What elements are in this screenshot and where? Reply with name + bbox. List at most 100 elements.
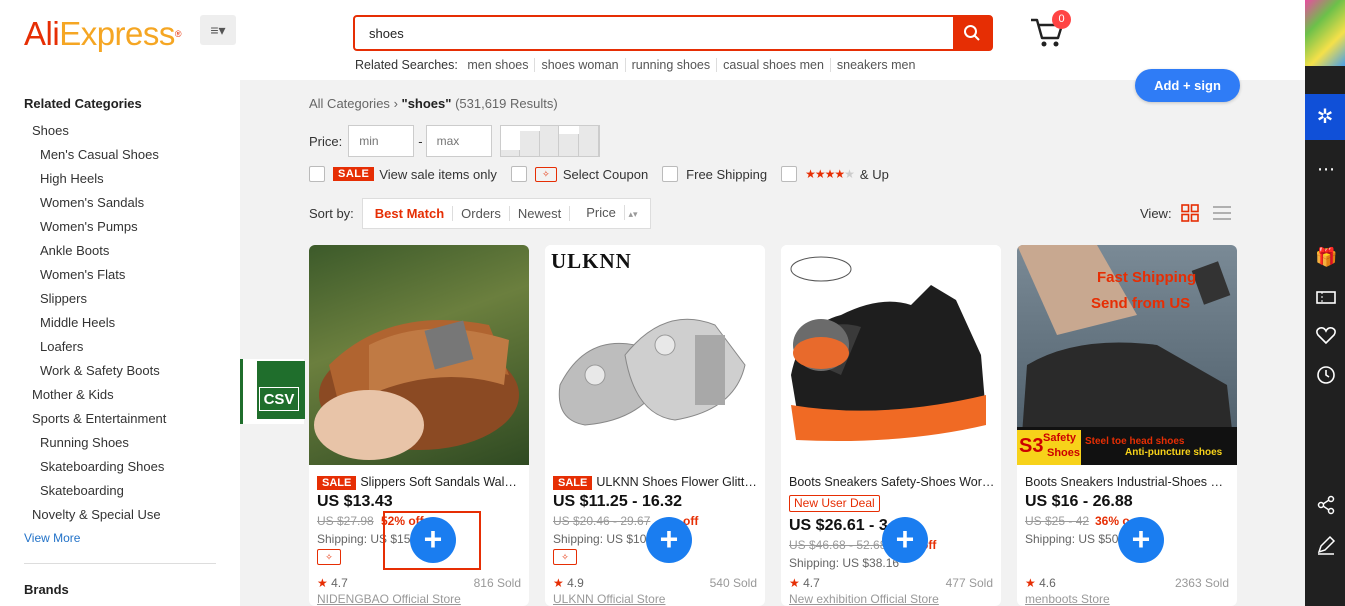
coupon-icon: ✧ [553, 549, 577, 565]
add-plus-button[interactable]: + [646, 517, 692, 563]
original-price: US $20.46 - 29.67 [553, 514, 651, 528]
sold-count: 2363 Sold [1174, 576, 1229, 590]
sale-filter[interactable]: SALE View sale items only [309, 166, 497, 182]
category-link[interactable]: Skateboarding Shoes [24, 455, 240, 479]
breadcrumb-query: "shoes" [401, 96, 452, 111]
more-icon[interactable]: ⋯ [1315, 158, 1337, 180]
edit-pencil-icon[interactable] [1315, 534, 1337, 556]
category-link[interactable]: Sports & Entertainment [24, 407, 240, 431]
price-max-input[interactable] [425, 125, 492, 157]
category-link[interactable]: Running Shoes [24, 431, 240, 455]
search-input[interactable] [355, 17, 953, 49]
product-title[interactable]: SALEULKNN Shoes Flower Glitter Girls [553, 473, 759, 491]
store-link[interactable]: NIDENGBAO Official Store [317, 592, 461, 606]
category-link[interactable]: Ankle Boots [24, 239, 240, 263]
price-min-input[interactable] [348, 125, 415, 157]
coupon-filter[interactable]: ✧ Select Coupon [510, 166, 649, 182]
free-shipping-filter[interactable]: Free Shipping [662, 166, 767, 182]
new-user-deal-badge: New User Deal [789, 495, 880, 512]
category-link[interactable]: Loafers [24, 335, 240, 359]
related-search-link[interactable]: running shoes [625, 58, 718, 72]
category-link[interactable]: Women's Sandals [24, 191, 240, 215]
product-title[interactable]: SALESlippers Soft Sandals Walking Comfor… [317, 473, 523, 491]
csv-label: CSV [259, 387, 299, 411]
product-price: US $26.61 - 3 [789, 517, 888, 534]
category-link[interactable]: Women's Flats [24, 263, 240, 287]
overlay-steel-toe: Steel toe head shoes [1085, 436, 1185, 447]
sort-price[interactable]: Price ▴▾ [570, 204, 645, 222]
histogram-bar [500, 150, 521, 156]
product-rating: ★ 4.9 [553, 576, 584, 590]
share-icon[interactable] [1315, 494, 1337, 516]
category-link[interactable]: Novelty & Special Use [24, 503, 240, 527]
coupon-checkbox[interactable] [510, 166, 527, 182]
filter-row: SALE View sale items only ✧ Select Coupo… [309, 165, 903, 183]
gift-icon[interactable]: 🎁 [1315, 246, 1337, 268]
aliexpress-logo[interactable]: AliExpress® [24, 16, 182, 52]
sort-orders[interactable]: Orders [453, 205, 510, 221]
breadcrumb-root[interactable]: All Categories [309, 96, 390, 111]
add-sign-button[interactable]: Add + sign [1135, 69, 1240, 102]
product-price: US $13.43 [317, 493, 393, 510]
history-clock-icon[interactable] [1315, 364, 1337, 386]
category-link[interactable]: Skateboarding [24, 479, 240, 503]
store-link[interactable]: New exhibition Official Store [789, 592, 939, 606]
category-link[interactable]: Mother & Kids [24, 383, 240, 407]
store-link[interactable]: ULKNN Official Store [553, 592, 665, 606]
product-image[interactable]: Fast Shipping Send from US S3 Safety Sho… [1017, 245, 1237, 465]
category-link[interactable]: Men's Casual Shoes [24, 143, 240, 167]
product-image[interactable]: ULKNN [545, 245, 765, 465]
search-button[interactable] [953, 17, 991, 49]
rating-filter[interactable]: ★★★★★ & Up [781, 166, 889, 182]
overlay-s3-badge: S3 Safety Shoes [1017, 430, 1081, 465]
product-title[interactable]: Boots Sneakers Industrial-Shoes Safety [1025, 473, 1231, 491]
category-link[interactable]: Shoes [24, 119, 240, 143]
search-icon [964, 25, 980, 41]
list-view-icon[interactable] [1212, 203, 1232, 223]
price-histogram[interactable] [499, 125, 600, 157]
free-shipping-label: Free Shipping [686, 166, 768, 182]
grid-view-icon[interactable] [1180, 203, 1200, 223]
sort-bar: Sort by: Best Match Orders Newest Price … [309, 197, 651, 229]
star-rating-icon: ★★★★★ [805, 167, 855, 181]
product-image[interactable] [781, 245, 1001, 465]
product-image[interactable] [309, 245, 529, 465]
related-search-link[interactable]: sneakers men [831, 58, 922, 72]
top-header: AliExpress® ≡▾ Related Searches: men sho… [0, 0, 1305, 80]
cart-count-badge: 0 [1052, 10, 1071, 29]
store-link[interactable]: menboots Store [1025, 592, 1110, 606]
product-price: US $16 - 26.88 [1025, 493, 1133, 510]
histogram-bar [578, 126, 599, 156]
category-link[interactable]: Middle Heels [24, 311, 240, 335]
category-link[interactable]: Work & Safety Boots [24, 359, 240, 383]
csv-export-button[interactable]: CSV [240, 359, 305, 424]
view-more-link[interactable]: View More [24, 527, 240, 549]
category-link[interactable]: Slippers [24, 287, 240, 311]
rating-checkbox[interactable] [781, 166, 798, 182]
add-plus-button[interactable]: + [1118, 517, 1164, 563]
related-search-link[interactable]: shoes woman [535, 58, 626, 72]
wishlist-heart-icon[interactable] [1315, 324, 1337, 346]
category-link[interactable]: Women's Pumps [24, 215, 240, 239]
related-search-link[interactable]: men shoes [461, 58, 536, 72]
category-menu-button[interactable]: ≡▾ [200, 15, 236, 45]
add-plus-button[interactable]: + [882, 517, 928, 563]
overlay-send-from-us: Send from US [1091, 295, 1191, 312]
sort-label: Sort by: [309, 205, 354, 221]
related-search-link[interactable]: casual shoes men [717, 58, 831, 72]
overlay-fast-shipping: Fast Shipping [1097, 269, 1197, 286]
original-price: US $27.98 [317, 514, 374, 528]
original-price: US $25 - 42 [1025, 514, 1090, 528]
extension-icon[interactable]: ✲ [1305, 94, 1345, 140]
brands-heading: Brands [24, 582, 69, 597]
coupon-filter-label: Select Coupon [562, 166, 649, 182]
shipping-info: Shipping: US $50 [1025, 532, 1119, 546]
sort-best-match[interactable]: Best Match [367, 205, 454, 221]
category-link[interactable]: High Heels [24, 167, 240, 191]
sale-checkbox[interactable] [309, 166, 325, 182]
promo-banner-icon[interactable] [1305, 0, 1345, 66]
coupon-ticket-icon[interactable] [1315, 286, 1337, 308]
free-shipping-checkbox[interactable] [662, 166, 679, 182]
product-title[interactable]: Boots Sneakers Safety-Shoes Work Men [789, 473, 995, 491]
sort-newest[interactable]: Newest [510, 205, 571, 221]
